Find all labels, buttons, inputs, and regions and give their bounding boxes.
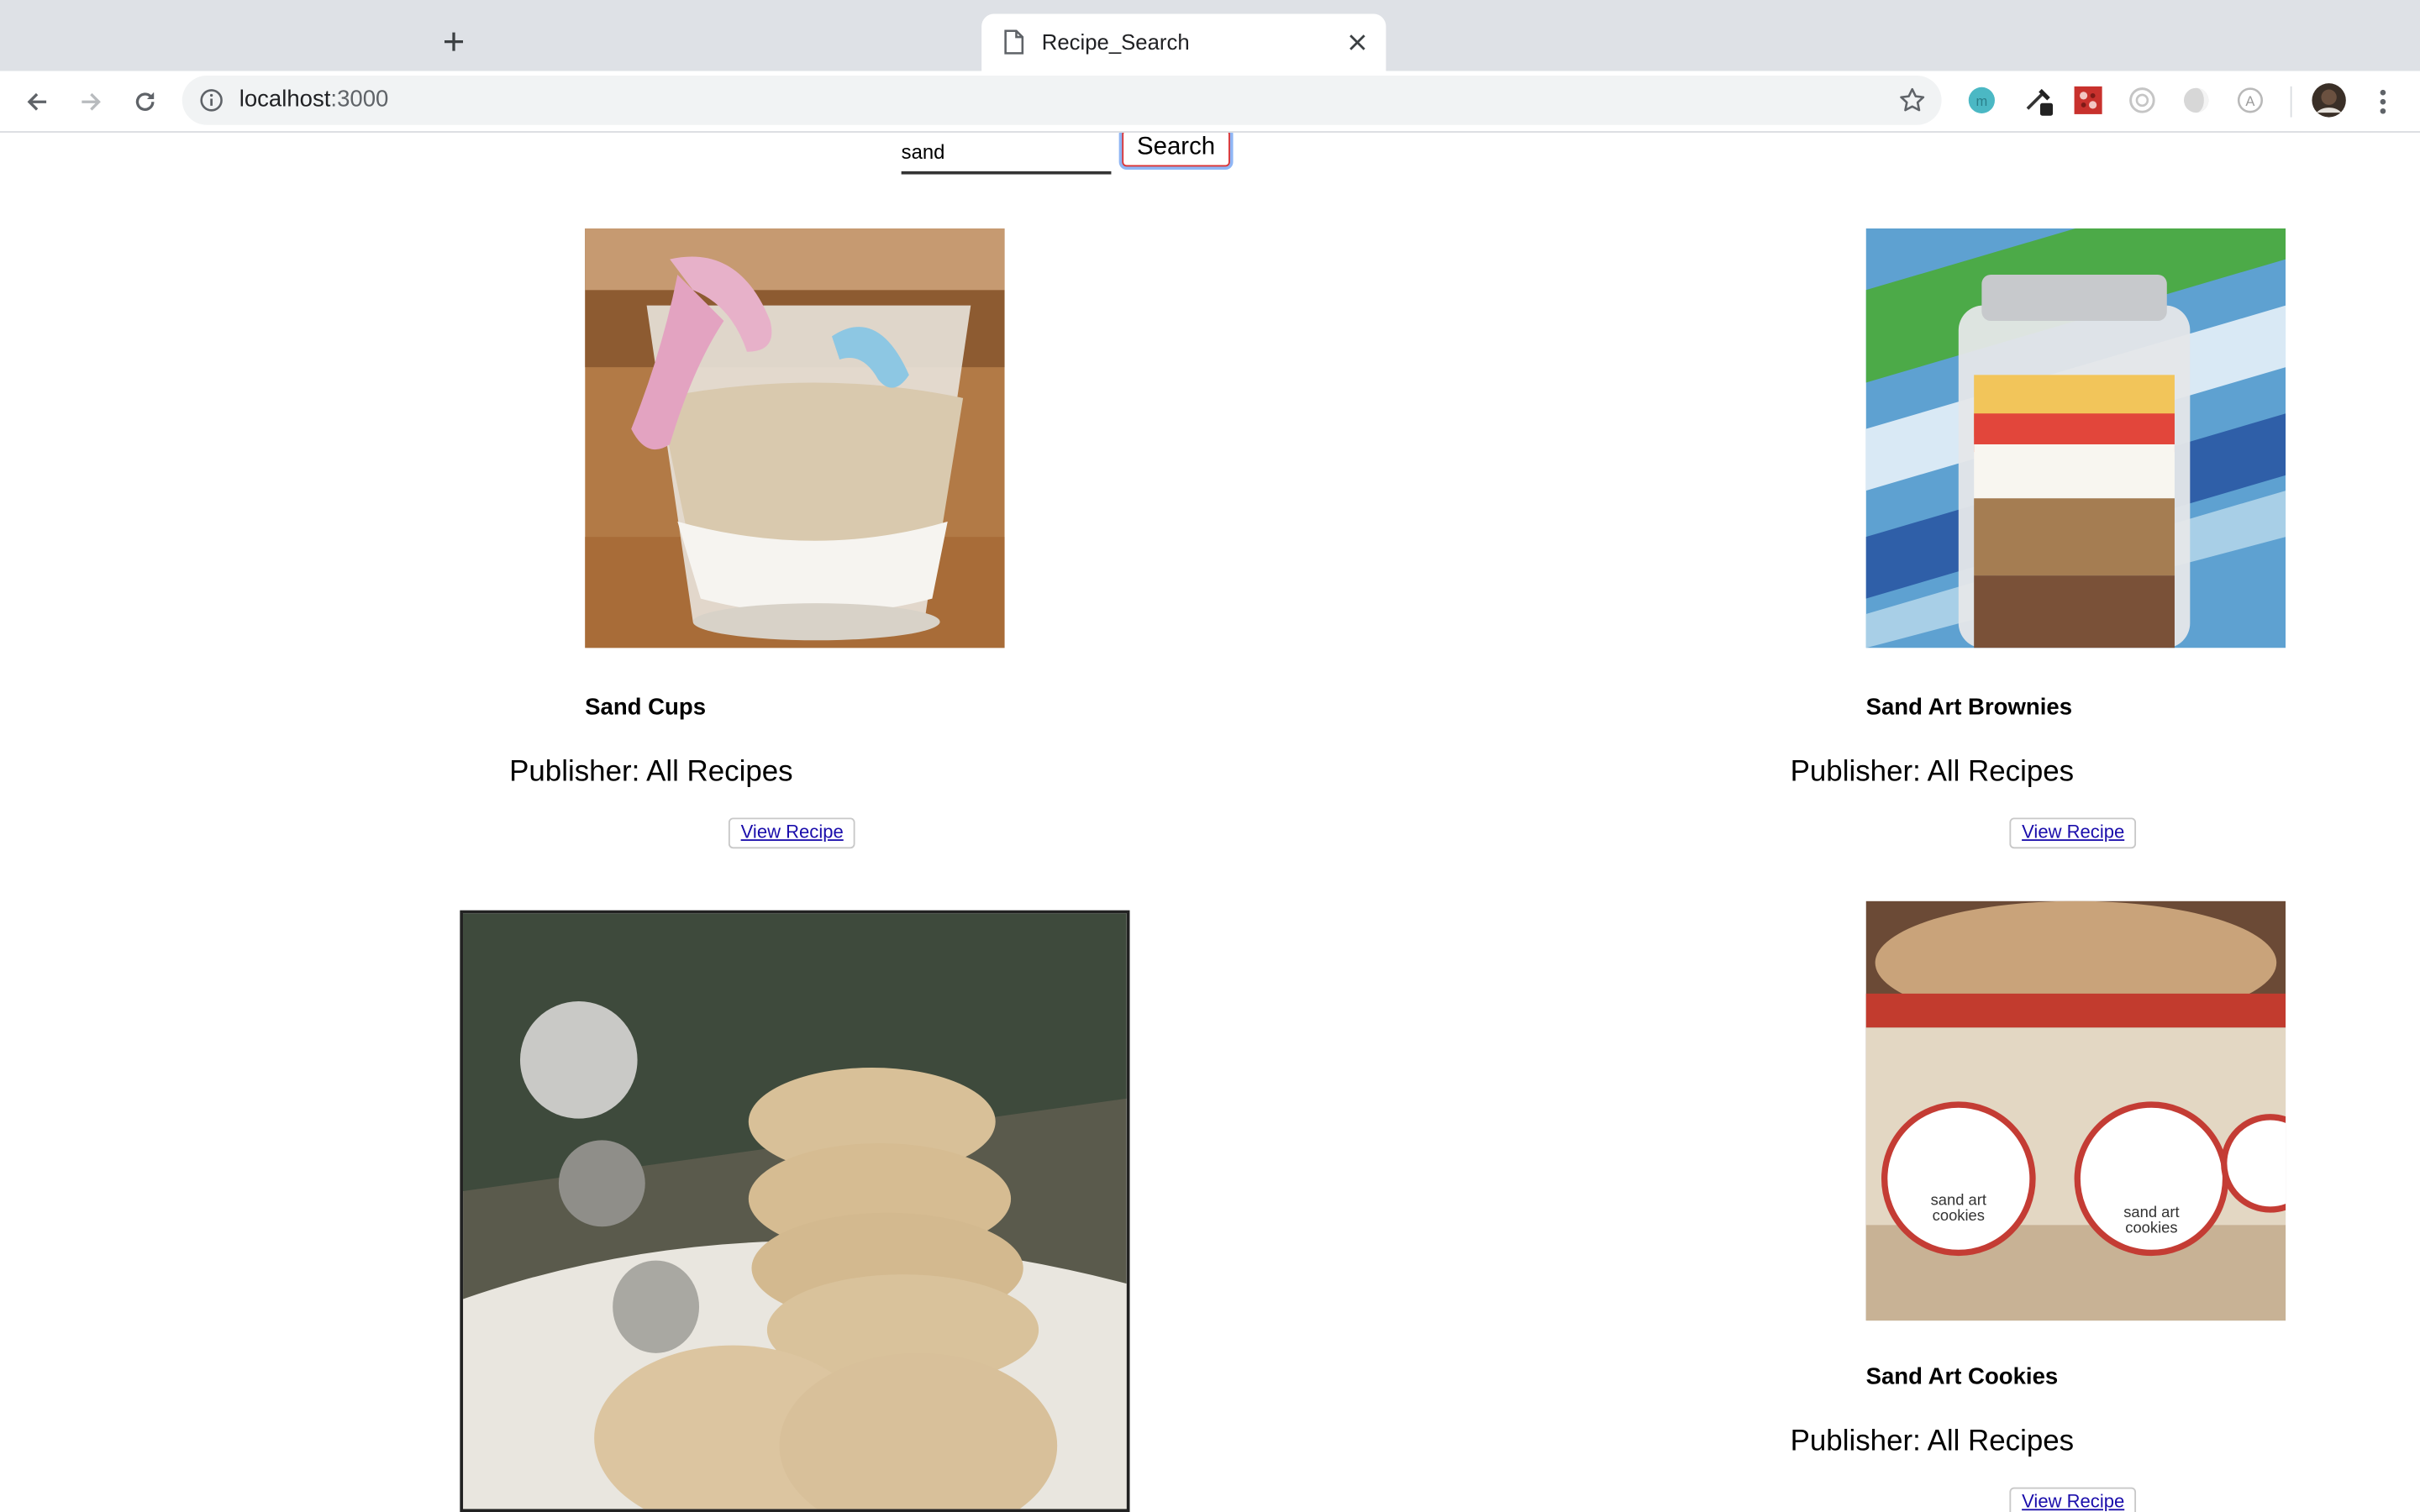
chrome-menu-button[interactable]	[2365, 83, 2402, 120]
back-button[interactable]	[18, 83, 55, 120]
new-tab-button[interactable]	[435, 24, 472, 60]
bookmark-star-icon[interactable]	[1898, 87, 1926, 122]
recipe-image-shortbread-cookies	[460, 910, 1130, 1512]
teal-circle-extension-icon[interactable]: m	[1966, 85, 1997, 116]
recipe-image-sand-cups	[585, 228, 1005, 648]
active-tab[interactable]: Recipe_Search	[981, 13, 1386, 71]
tab-title: Recipe_Search	[1041, 29, 1190, 55]
jar-tag-text: sand art cookies	[1930, 1192, 1986, 1226]
forward-arrow-icon	[82, 92, 101, 111]
recipe-publisher: Publisher: All Recipes	[509, 756, 793, 789]
svg-text:m: m	[1975, 93, 1987, 109]
search-input[interactable]	[901, 132, 1112, 175]
jar-tag-text: sand art cookies	[2123, 1205, 2180, 1238]
tab-strip: Recipe_Search	[0, 0, 2420, 71]
eyedropper-extension-icon[interactable]	[2023, 85, 2054, 116]
address-bar[interactable]: localhost:3000	[182, 76, 1942, 125]
view-recipe-button[interactable]: View Recipe	[2009, 1487, 2137, 1512]
browser-toolbar: localhost:3000 m A	[0, 71, 2420, 133]
recipe-publisher: Publisher: All Recipes	[1790, 1425, 2075, 1458]
svg-text:A: A	[2245, 93, 2254, 109]
url-text[interactable]: localhost:3000	[239, 87, 389, 113]
recipe-title: Sand Art Cookies	[1865, 1363, 2059, 1390]
info-icon[interactable]	[199, 88, 224, 121]
kebab-menu-icon	[2380, 89, 2386, 114]
page-content: Search Sand Cups Publisher: All Recipes …	[0, 132, 2420, 1512]
recipe-title: Sand Cups	[585, 694, 707, 721]
document-icon	[1003, 29, 1025, 63]
view-recipe-button[interactable]: View Recipe	[2009, 817, 2137, 849]
recipe-image-sand-art-brownies	[1865, 228, 2286, 648]
grey-a-extension-icon[interactable]: A	[2235, 85, 2266, 116]
recipe-title: Sand Art Brownies	[1865, 694, 2073, 721]
reload-icon	[135, 92, 155, 111]
search-button[interactable]: Search	[1122, 132, 1230, 167]
red-puzzle-extension-icon[interactable]	[2073, 85, 2104, 116]
back-arrow-icon	[27, 92, 47, 111]
recipe-image-sand-art-cookies: sand art cookies sand art cookies	[1865, 900, 2286, 1321]
grey-circle-extension-icon[interactable]	[2127, 85, 2158, 116]
avatar[interactable]	[2311, 81, 2348, 118]
plus-icon	[444, 32, 464, 51]
toolbar-divider	[2290, 86, 2292, 118]
grey-moon-extension-icon[interactable]	[2181, 85, 2212, 116]
view-recipe-button[interactable]: View Recipe	[728, 817, 856, 849]
tab-close-icon[interactable]	[1344, 29, 1369, 54]
forward-button[interactable]	[72, 83, 109, 120]
reload-button[interactable]	[127, 83, 164, 120]
recipe-publisher: Publisher: All Recipes	[1790, 756, 2075, 789]
